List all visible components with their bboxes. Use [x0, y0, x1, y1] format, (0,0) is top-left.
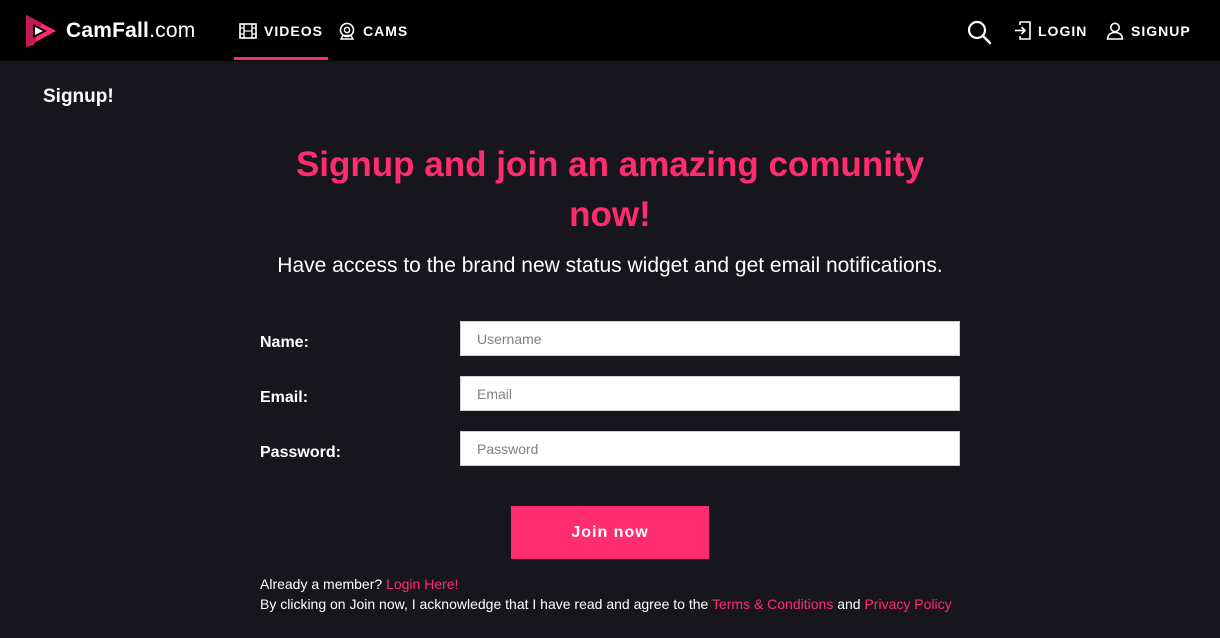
- film-icon: [239, 22, 257, 39]
- acknowledgement-text: By clicking on Join now, I acknowledge t…: [260, 596, 709, 612]
- already-member-line: Already a member? Login Here!: [260, 576, 458, 592]
- and-text: and: [837, 596, 861, 612]
- nav-cams[interactable]: CAMS: [338, 0, 408, 61]
- nav-login-label: LOGIN: [1038, 22, 1088, 39]
- nav-cams-label: CAMS: [363, 22, 409, 39]
- email-input[interactable]: [460, 376, 960, 411]
- webcam-icon: [339, 22, 355, 40]
- nav-videos-label: VIDEOS: [264, 22, 323, 39]
- top-navbar: CamFall.com VIDEOS CAMS LOGIN SIGNUP: [0, 0, 1220, 61]
- nav-login[interactable]: LOGIN: [1014, 0, 1087, 61]
- already-member-text: Already a member?: [260, 576, 383, 592]
- login-icon: [1015, 21, 1031, 40]
- name-label: Name:: [260, 334, 309, 351]
- search-icon: [967, 20, 992, 45]
- play-logo-icon: [26, 15, 56, 47]
- login-here-link[interactable]: Login Here!: [386, 576, 458, 592]
- hero-title: Signup and join an amazing comunity now!: [295, 145, 925, 234]
- search-button[interactable]: [966, 19, 992, 45]
- user-icon: [1106, 22, 1124, 40]
- username-input[interactable]: [460, 321, 960, 356]
- terms-link[interactable]: Terms & Conditions: [712, 596, 833, 612]
- logo-text: CamFall.com: [66, 19, 196, 42]
- nav-signup-label: SIGNUP: [1131, 22, 1191, 39]
- terms-acknowledgement-line: By clicking on Join now, I acknowledge t…: [260, 596, 952, 612]
- site-logo[interactable]: CamFall.com: [24, 13, 195, 49]
- join-now-button[interactable]: Join now: [511, 506, 709, 559]
- password-input[interactable]: [460, 431, 960, 466]
- nav-signup[interactable]: SIGNUP: [1106, 0, 1191, 61]
- hero-subtitle: Have access to the brand new status widg…: [277, 254, 943, 277]
- email-label: Email:: [260, 389, 309, 406]
- active-tab-indicator: [234, 57, 328, 60]
- privacy-policy-link[interactable]: Privacy Policy: [864, 596, 951, 612]
- page-heading: Signup!: [43, 86, 114, 107]
- nav-videos[interactable]: VIDEOS: [234, 0, 328, 61]
- password-label: Password:: [260, 444, 341, 461]
